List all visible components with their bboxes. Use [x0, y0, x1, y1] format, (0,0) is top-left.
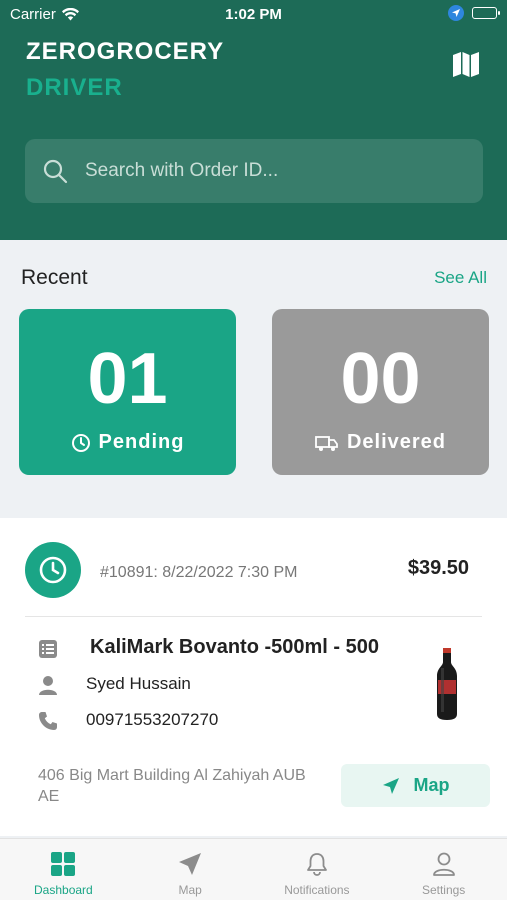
map-icon[interactable]: [451, 50, 481, 78]
navigation-icon: [382, 777, 399, 794]
tab-dashboard[interactable]: Dashboard: [0, 839, 127, 900]
order-clock-icon: [25, 542, 81, 598]
delivered-count: 00: [340, 339, 421, 419]
pending-card[interactable]: 01 Pending: [19, 309, 236, 475]
search-icon: [43, 159, 68, 184]
brand-title: ZEROGROCERY: [26, 38, 225, 65]
battery-icon: [472, 7, 500, 19]
order-meta: #10891: 8/22/2022 7:30 PM: [100, 564, 298, 581]
dashboard-icon: [51, 852, 76, 876]
status-bar: Carrier 1:02 PM: [0, 0, 507, 28]
order-card[interactable]: #10891: 8/22/2022 7:30 PM $39.50 KaliMar…: [0, 518, 507, 836]
product-name: KaliMark Bovanto -500ml - 500: [90, 636, 379, 658]
tab-label: Settings: [421, 883, 466, 897]
tab-notifications[interactable]: Notifications: [254, 839, 381, 900]
delivered-card[interactable]: 00 Delivered: [272, 309, 489, 475]
phone-number[interactable]: 00971553207270: [86, 710, 218, 730]
brand-subtitle: DRIVER: [26, 74, 123, 101]
clock-icon: [71, 433, 90, 452]
tab-label: Dashboard: [34, 883, 93, 897]
tab-settings[interactable]: Settings: [380, 839, 507, 900]
bell-icon: [306, 853, 327, 876]
customer-name: Syed Hussain: [86, 674, 191, 693]
app-header: Carrier 1:02 PM ZEROGROCERY DRIVER Searc…: [0, 0, 507, 240]
delivered-label: Delivered: [346, 431, 447, 453]
tab-label: Map: [178, 883, 202, 897]
search-placeholder: Search with Order ID...: [85, 160, 279, 181]
location-icon: [448, 5, 464, 21]
navigation-icon: [179, 853, 202, 875]
delivery-address: 406 Big Mart Building Al Zahiyah AUB AE: [38, 767, 306, 805]
pending-count: 01: [87, 339, 168, 419]
delivered-label-row: Delivered: [272, 431, 489, 454]
status-right: [448, 5, 500, 21]
map-button-label: Map: [413, 775, 450, 795]
search-input[interactable]: Search with Order ID...: [25, 139, 483, 203]
person-icon: [39, 676, 57, 695]
tab-map[interactable]: Map: [127, 839, 254, 900]
pending-label-row: Pending: [19, 431, 236, 454]
truck-icon: [315, 435, 338, 451]
phone-icon: [39, 712, 57, 730]
person-icon: [432, 852, 455, 876]
list-icon: [39, 640, 57, 658]
recent-title: Recent: [21, 266, 88, 289]
see-all-link[interactable]: See All: [434, 268, 487, 288]
order-price: $39.50: [407, 557, 469, 579]
map-button[interactable]: Map: [341, 764, 490, 807]
tab-label: Notifications: [284, 883, 350, 897]
pending-label: Pending: [98, 431, 185, 453]
clock: 1:02 PM: [225, 6, 282, 23]
tab-bar: Dashboard Map Notifications Settings: [0, 838, 507, 900]
divider: [25, 616, 482, 617]
product-image: [437, 648, 457, 720]
